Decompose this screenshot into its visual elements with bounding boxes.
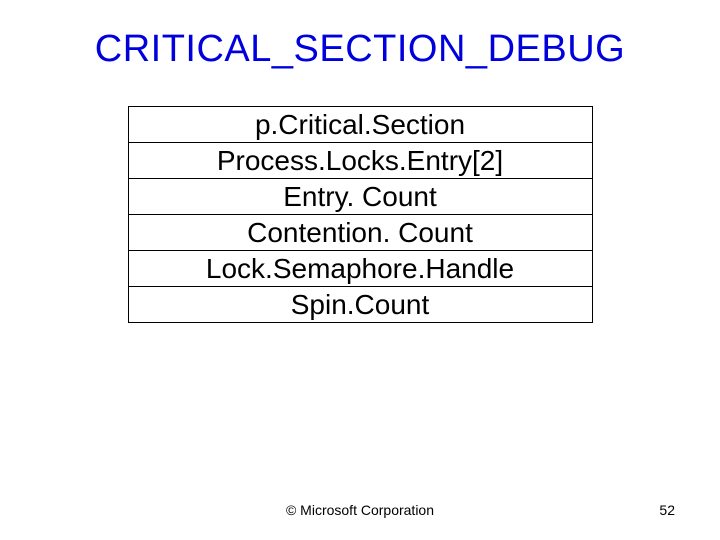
struct-table: p.Critical.Section Process.Locks.Entry[2… (128, 106, 593, 323)
table-row: Contention. Count (128, 215, 592, 251)
footer-copyright: © Microsoft Corporation (0, 502, 720, 518)
slide-title: CRITICAL_SECTION_DEBUG (40, 28, 680, 71)
table-row: Spin.Count (128, 287, 592, 323)
table-row: Process.Locks.Entry[2] (128, 143, 592, 179)
table-row: Lock.Semaphore.Handle (128, 251, 592, 287)
struct-field: p.Critical.Section (128, 107, 592, 143)
struct-field: Entry. Count (128, 179, 592, 215)
struct-field: Lock.Semaphore.Handle (128, 251, 592, 287)
table-row: p.Critical.Section (128, 107, 592, 143)
table-row: Entry. Count (128, 179, 592, 215)
struct-field: Process.Locks.Entry[2] (128, 143, 592, 179)
struct-field: Spin.Count (128, 287, 592, 323)
slide: CRITICAL_SECTION_DEBUG p.Critical.Sectio… (0, 0, 720, 540)
page-number: 52 (659, 502, 675, 518)
struct-field: Contention. Count (128, 215, 592, 251)
